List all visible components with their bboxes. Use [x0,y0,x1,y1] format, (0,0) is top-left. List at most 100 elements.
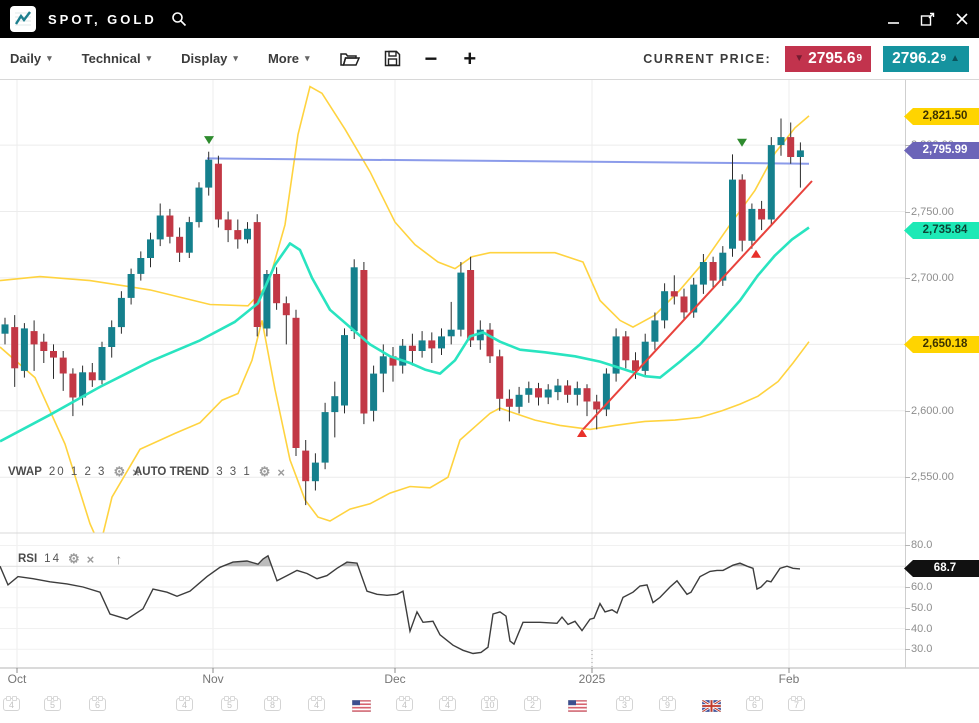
menu-more[interactable]: More ▾ [268,51,310,66]
minimize-button[interactable] [887,13,900,26]
buy-signal-triangle-icon [577,429,587,437]
x-axis-label-2025: 2025 [579,672,606,686]
ask-price-button[interactable]: 2796.29 ▲ [883,46,969,72]
candlestick [69,374,76,398]
candlestick [99,347,106,380]
price-tick-dash [905,477,910,478]
candlestick [661,291,668,320]
auto-trend-resistance-line[interactable] [207,158,809,163]
candlestick [700,262,707,285]
vwap-settings-gear-icon[interactable]: ⚙ [113,464,125,480]
candlestick [768,145,775,219]
title-bar: SPOT, GOLD [0,0,979,38]
zoom-in-button[interactable]: + [463,49,476,69]
rsi-tick-dash [905,629,910,630]
price-down-arrow-icon: ▼ [794,53,804,64]
rsi-remove-icon[interactable]: × [87,552,95,567]
app-logo-line-chart-icon [10,6,36,32]
calendar-day-event[interactable]: 4 [176,698,193,711]
candlestick [564,386,571,395]
candlestick [642,342,649,371]
calendar-day-event[interactable]: 9 [659,698,676,711]
buy-signal-triangle-icon [751,250,761,258]
candlestick [254,222,261,327]
candlestick [448,330,455,337]
calendar-day-event[interactable]: 5 [44,698,61,711]
calendar-day-event[interactable]: 2 [524,698,541,711]
rsi-axis-label: 50.0 [911,602,932,614]
candlestick [370,374,377,411]
candlestick [748,209,755,241]
calendar-day-event[interactable]: 3 [616,698,633,711]
calendar-day-event[interactable]: 4 [308,698,325,711]
price-axis-label: 2,550.00 [911,471,954,483]
auto-trend-settings-gear-icon[interactable]: ⚙ [259,464,271,480]
candlestick [506,399,513,407]
calendar-day-event[interactable]: 7 [788,698,805,711]
rsi-value-badge: 68.7 [904,560,979,577]
candlestick [147,239,154,258]
current-price-label: CURRENT PRICE: [643,52,771,66]
calendar-day-event[interactable]: 4 [396,698,413,711]
calendar-day-event[interactable]: 8 [264,698,281,711]
candlestick [409,346,416,351]
bid-price-button[interactable]: ▼ 2795.69 [785,46,871,72]
candlestick [293,318,300,448]
candlestick [118,298,125,327]
rsi-name: RSI [18,553,37,565]
restore-window-button[interactable] [920,12,935,27]
price-tick-dash [905,411,910,412]
calendar-day-event[interactable]: 4 [3,698,20,711]
us-flag-news-icon[interactable] [352,699,371,717]
price-axis-badge: 2,795.99 [904,142,979,159]
price-axis-badge: 2,735.84 [904,222,979,239]
candlestick [593,402,600,410]
auto-trend-params: 3 3 1 [216,466,252,478]
candlestick [166,216,173,237]
candlestick [215,164,222,220]
candlestick [516,395,523,407]
calendar-day-event[interactable]: 10 [481,698,498,711]
candlestick [525,388,532,395]
auto-trend-remove-icon[interactable]: × [277,465,285,480]
candlestick [584,388,591,401]
candlestick [758,209,765,220]
menu-display[interactable]: Display ▾ [181,51,238,66]
rsi-axis-label: 80.0 [911,539,932,551]
search-icon[interactable] [171,11,187,27]
rsi-line [0,556,800,654]
zoom-out-button[interactable]: − [425,49,438,69]
candlestick [108,327,115,347]
menu-timeframe-daily[interactable]: Daily ▾ [10,51,52,66]
calendar-day-event[interactable]: 5 [221,698,238,711]
candlestick [651,320,658,341]
vwap-params: 20 1 2 3 [49,466,107,478]
calendar-day-event[interactable]: 6 [746,698,763,711]
candlestick [671,291,678,296]
calendar-day-event[interactable]: 4 [439,698,456,711]
auto-trend-support-line[interactable] [583,181,812,429]
price-axis-label: 2,750.00 [911,206,954,218]
menu-technical[interactable]: Technical ▾ [82,51,152,66]
rsi-params: 14 [44,553,61,565]
chart-canvas [0,0,979,723]
candlestick [438,336,445,348]
rsi-move-pane-up-icon[interactable]: ↑ [115,551,122,567]
us-flag-news-icon[interactable] [568,699,587,717]
candlestick [225,220,232,231]
x-axis-label-nov: Nov [202,672,223,686]
rsi-axis-label: 40.0 [911,623,932,635]
save-icon[interactable] [384,50,401,67]
candlestick [137,258,144,274]
candlestick [21,328,28,371]
candlestick [89,372,96,380]
open-folder-icon[interactable] [340,51,360,67]
close-button[interactable] [955,12,969,26]
uk-flag-news-icon[interactable] [702,699,721,717]
candlestick [496,356,503,399]
rsi-settings-gear-icon[interactable]: ⚙ [68,551,80,567]
candlestick [681,297,688,313]
candlestick [322,412,329,463]
calendar-day-event[interactable]: 6 [89,698,106,711]
candlestick [31,331,38,344]
